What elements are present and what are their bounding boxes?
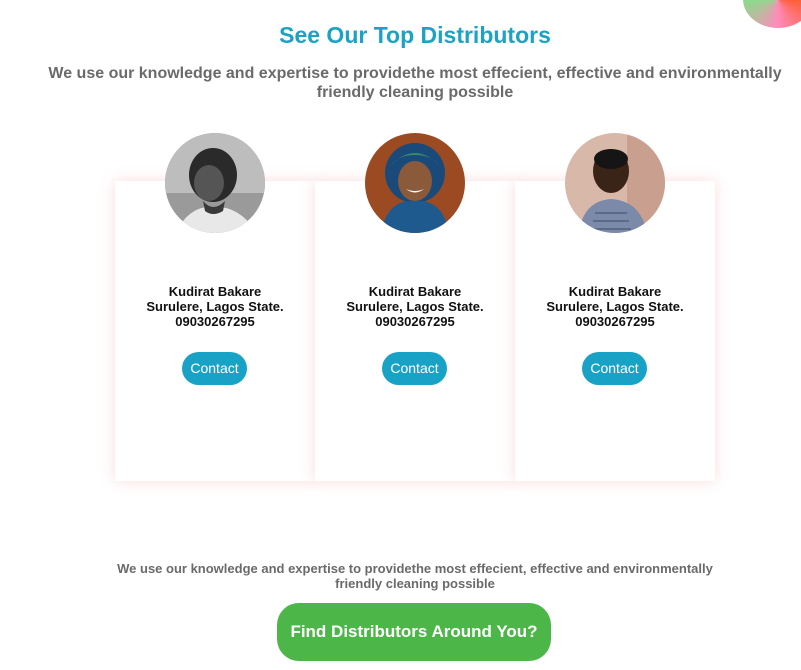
contact-button[interactable]: Contact — [582, 352, 647, 385]
distributor-phone: 09030267295 — [375, 314, 455, 329]
contact-button[interactable]: Contact — [182, 352, 247, 385]
distributor-location: Surulere, Lagos State. — [146, 299, 284, 314]
distributor-card: Kudirat Bakare Surulere, Lagos State. 09… — [115, 133, 315, 481]
footer-text: We use our knowledge and expertise to pr… — [117, 561, 713, 591]
distributor-card: Kudirat Bakare Surulere, Lagos State. 09… — [515, 133, 715, 481]
distributor-info: Kudirat Bakare Surulere, Lagos State. 09… — [115, 284, 315, 329]
distributor-name: Kudirat Bakare — [368, 284, 462, 299]
distributor-card: Kudirat Bakare Surulere, Lagos State. 09… — [315, 133, 515, 481]
avatar — [165, 133, 265, 233]
avatar — [565, 133, 665, 233]
distributor-info: Kudirat Bakare Surulere, Lagos State. 09… — [515, 284, 715, 329]
distributor-name: Kudirat Bakare — [568, 284, 662, 299]
distributor-location: Surulere, Lagos State. — [546, 299, 684, 314]
distributor-cards: Kudirat Bakare Surulere, Lagos State. 09… — [115, 133, 715, 481]
section-title: See Our Top Distributors — [279, 22, 551, 48]
contact-button[interactable]: Contact — [382, 352, 447, 385]
avatar — [365, 133, 465, 233]
distributor-phone: 09030267295 — [575, 314, 655, 329]
find-distributors-button[interactable]: Find Distributors Around You? — [277, 603, 551, 661]
distributor-phone: 09030267295 — [175, 314, 255, 329]
distributors-page: See Our Top Distributors We use our know… — [0, 0, 801, 670]
distributor-name: Kudirat Bakare — [168, 284, 262, 299]
section-subtitle: We use our knowledge and expertise to pr… — [48, 65, 782, 101]
distributor-info: Kudirat Bakare Surulere, Lagos State. 09… — [315, 284, 515, 329]
distributor-location: Surulere, Lagos State. — [346, 299, 484, 314]
